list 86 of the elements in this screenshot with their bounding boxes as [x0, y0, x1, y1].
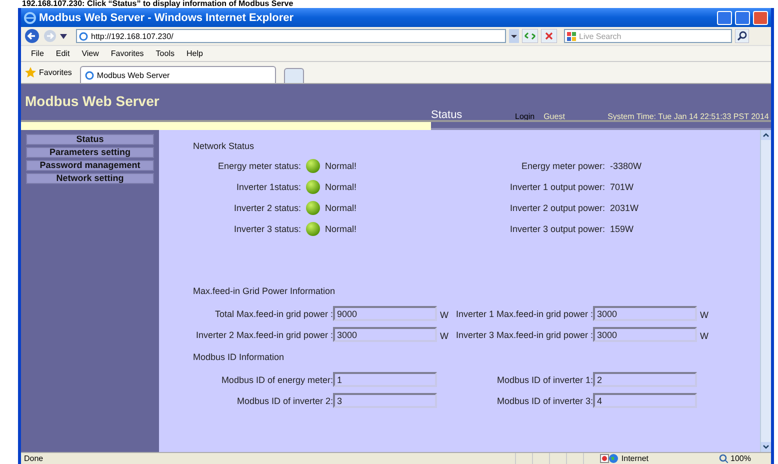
page-title: Status [431, 109, 464, 121]
field-label: Modbus ID of inverter 1: [496, 374, 593, 384]
section-heading: Modbus ID Information [193, 352, 286, 364]
new-tab-button[interactable] [284, 68, 304, 83]
field-label: Modbus ID of inverter 3: [496, 396, 593, 406]
unit-label: W [699, 309, 710, 320]
zoom-icon[interactable] [718, 454, 728, 463]
unit-label: W [439, 330, 450, 341]
power-label: Inverter 3 output power: [508, 224, 605, 234]
field-label: Inverter 2 Max.feed-in grid power : [194, 330, 333, 340]
status-value: Normal! [325, 224, 358, 234]
login-link[interactable]: Login [515, 112, 535, 121]
stop-icon[interactable] [541, 29, 557, 43]
field-label: Modbus ID of energy meter: [220, 374, 333, 384]
blocked-icon [600, 454, 610, 463]
dropdown-icon[interactable] [60, 34, 67, 38]
close-button[interactable] [753, 10, 768, 24]
unit-label: W [439, 309, 450, 320]
section-heading: Max.feed-in Grid Power Information [193, 286, 336, 298]
sidebar-item[interactable]: Status [26, 134, 154, 145]
zoom-level[interactable]: 100% [730, 454, 751, 463]
favorites-button[interactable]: Favorites [25, 67, 72, 78]
user-name: Guest [544, 112, 566, 121]
status-text: Done [23, 454, 44, 463]
menu-item[interactable]: Help [186, 49, 203, 58]
power-value: -3380W [610, 161, 643, 171]
field-label: Total Max.feed-in grid power : [214, 308, 333, 318]
status-value: Normal! [325, 203, 358, 213]
value-field[interactable]: 3000 [593, 306, 697, 321]
status-light-icon [306, 180, 320, 194]
sidebar-item[interactable]: Network setting [26, 173, 154, 184]
status-label: Inverter 3 status: [232, 224, 301, 234]
status-light-icon [306, 159, 320, 173]
caption-text: 192.168.107.230: Click “Status” to display information of Modbus Serve [21, 0, 294, 8]
unit-label: W [699, 330, 710, 341]
field-label: Inverter 3 Max.feed-in grid power : [455, 330, 593, 340]
status-value: Normal! [325, 161, 358, 171]
status-light-icon [306, 222, 320, 236]
zone-text: Internet [621, 454, 649, 463]
menu-item[interactable]: Favorites [110, 49, 144, 58]
page-icon [79, 32, 88, 40]
value-field[interactable]: 4 [593, 393, 697, 408]
power-value: 159W [610, 224, 635, 234]
power-label: Energy meter power: [520, 161, 605, 171]
status-label: Inverter 1status: [235, 182, 301, 192]
menu-item[interactable]: Edit [56, 49, 70, 58]
value-field[interactable]: 2 [593, 372, 697, 387]
power-label: Inverter 1 output power: [508, 182, 605, 192]
status-label: Energy meter status: [216, 161, 301, 171]
power-value: 701W [610, 182, 635, 192]
value-field[interactable]: 1 [333, 372, 437, 387]
page-icon [84, 70, 94, 80]
field-label: Modbus ID of inverter 2: [236, 396, 333, 406]
menu-item[interactable]: View [82, 49, 99, 58]
power-label: Inverter 2 output power: [508, 203, 605, 213]
value-field[interactable]: 3000 [593, 327, 697, 342]
sidebar-item[interactable]: Password management [26, 160, 154, 171]
status-value: Normal! [325, 182, 358, 192]
value-field[interactable]: 9000 [333, 306, 437, 321]
scrollbar[interactable] [760, 130, 771, 452]
windows-logo-icon [567, 32, 576, 40]
minimize-button[interactable] [717, 10, 732, 24]
status-label: Inverter 2 status: [232, 203, 301, 213]
menu-item[interactable]: File [31, 49, 44, 58]
address-field[interactable]: http://192.168.107.230/ [76, 29, 506, 43]
value-field[interactable]: 3000 [333, 327, 437, 342]
maximize-button[interactable] [735, 10, 750, 24]
search-icon[interactable] [735, 29, 749, 43]
globe-icon [609, 454, 618, 463]
power-value: 2031W [610, 203, 640, 213]
scroll-up-icon[interactable] [761, 130, 771, 140]
site-title: Modbus Web Server [25, 93, 160, 109]
back-icon[interactable] [24, 28, 40, 44]
menu-item[interactable]: Tools [156, 49, 174, 58]
browser-tab[interactable]: Modbus Web Server [80, 66, 276, 83]
browser-logo-icon [24, 12, 36, 24]
section-heading: Network Status [193, 141, 256, 153]
field-label: Inverter 1 Max.feed-in grid power : [455, 308, 593, 318]
window-title: Modbus Web Server - Windows Internet Explorer [39, 12, 295, 24]
status-light-icon [306, 201, 320, 215]
sidebar-item[interactable]: Parameters setting [26, 147, 154, 158]
system-time: System Time: Tue Jan 14 22:51:33 PST 2014 [608, 112, 769, 121]
star-icon [25, 67, 36, 78]
dropdown-icon[interactable] [509, 29, 519, 43]
scroll-down-icon[interactable] [761, 442, 771, 452]
value-field[interactable]: 3 [333, 393, 437, 408]
